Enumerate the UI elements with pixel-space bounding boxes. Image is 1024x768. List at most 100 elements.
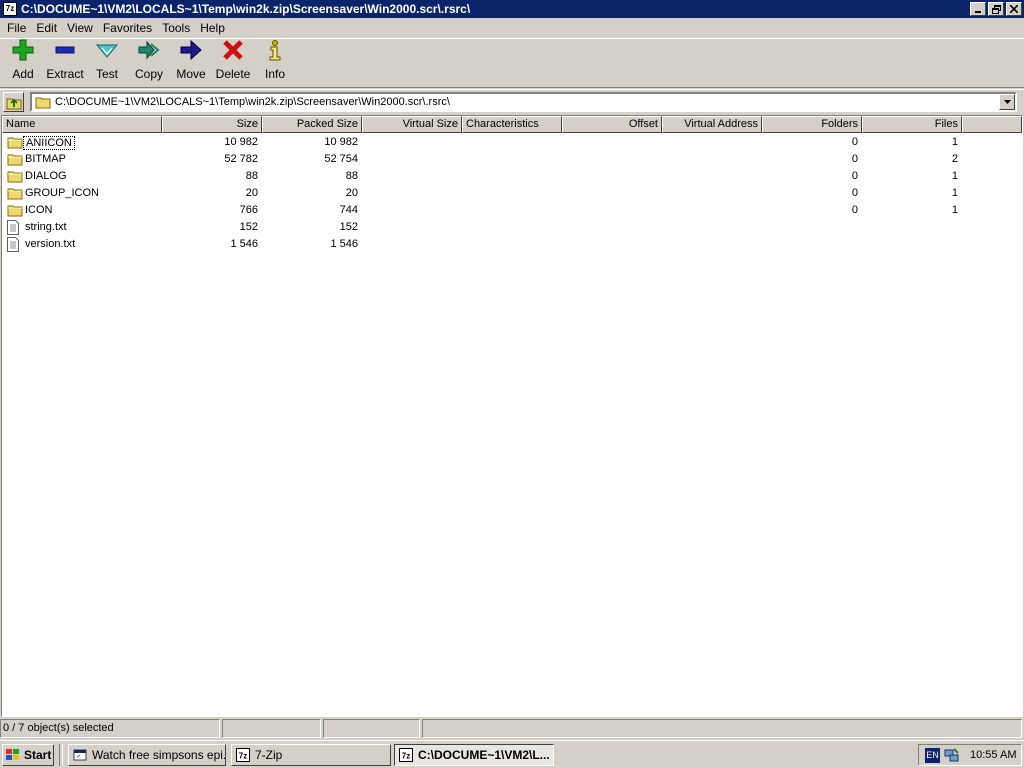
menu-help[interactable]: Help (195, 19, 230, 37)
language-indicator[interactable]: EN (925, 747, 940, 763)
copy-button[interactable]: Copy (128, 39, 170, 87)
list-item[interactable]: GROUP_ICON 20 20 0 1 (2, 185, 1022, 202)
list-item[interactable]: string.txt 152 152 (2, 219, 1022, 236)
7zip-app-icon: 7z (236, 748, 250, 762)
file-packed-size: 52 754 (324, 153, 358, 165)
column-header-folders[interactable]: Folders (762, 116, 862, 133)
file-name: BITMAP (25, 153, 66, 165)
menu-file[interactable]: File (2, 19, 31, 37)
taskbar-button[interactable]: Watch free simpsons epi... (68, 744, 226, 766)
file-folders: 0 (851, 136, 858, 148)
menu-edit[interactable]: Edit (31, 19, 62, 37)
folder-icon (7, 135, 23, 152)
column-header-offset[interactable]: Offset (562, 116, 662, 133)
file-folders: 0 (851, 170, 858, 182)
extract-button[interactable]: Extract (44, 39, 86, 87)
list-item[interactable]: ANIICON 10 982 10 982 0 1 (2, 134, 1022, 151)
restore-button[interactable] (988, 2, 1004, 16)
toolbar-label: Move (176, 67, 206, 81)
list-item[interactable]: BITMAP 52 782 52 754 0 2 (2, 151, 1022, 168)
add-button[interactable]: Add (2, 39, 44, 87)
close-icon (1010, 5, 1018, 13)
plus-icon (11, 38, 35, 67)
start-button[interactable]: Start (2, 744, 54, 766)
clock[interactable]: 10:55 AM (970, 749, 1016, 761)
file-name: version.txt (25, 238, 76, 250)
title-bar: 7z C:\DOCUME~1\VM2\LOCALS~1\Temp\win2k.z… (0, 0, 1024, 18)
folder-icon (7, 203, 23, 220)
file-folders: 0 (851, 204, 858, 216)
window-title: C:\DOCUME~1\VM2\LOCALS~1\Temp\win2k.zip\… (21, 2, 471, 16)
address-dropdown-button[interactable] (999, 94, 1015, 110)
status-panel-2 (222, 719, 321, 738)
address-field[interactable]: C:\DOCUME~1\VM2\LOCALS~1\Temp\win2k.zip\… (30, 92, 1017, 112)
list-item[interactable]: DIALOG 88 88 0 1 (2, 168, 1022, 185)
file-list: Name Size Packed Size Virtual Size Character… (1, 115, 1023, 717)
file-size: 88 (245, 170, 258, 182)
folder-icon (7, 152, 23, 169)
list-item[interactable]: ICON 766 744 0 1 (2, 202, 1022, 219)
info-button[interactable]: Info (254, 39, 296, 87)
minus-icon (53, 38, 77, 67)
column-header-name[interactable]: Name (2, 116, 162, 133)
up-folder-button[interactable] (3, 92, 24, 112)
column-header-row: Name Size Packed Size Virtual Size Character… (2, 116, 1022, 133)
column-header-virtual-size[interactable]: Virtual Size (362, 116, 462, 133)
status-bar: 0 / 7 object(s) selected (0, 719, 1024, 739)
column-header-files[interactable]: Files (862, 116, 962, 133)
svg-text:7z: 7z (239, 752, 247, 761)
file-packed-size: 10 982 (324, 136, 358, 148)
list-item[interactable]: version.txt 1 546 1 546 (2, 236, 1022, 253)
file-name: ANIICON (23, 136, 75, 150)
menu-tools[interactable]: Tools (157, 19, 195, 37)
toolbar-label: Add (12, 67, 34, 81)
file-packed-size: 744 (339, 204, 358, 216)
status-panel-3 (323, 719, 420, 738)
file-size: 152 (239, 221, 258, 233)
explorer-window-icon (73, 748, 87, 762)
column-header-characteristics[interactable]: Characteristics (462, 116, 562, 133)
restore-icon (991, 4, 1001, 14)
start-label: Start (24, 748, 52, 762)
column-header-virtual-address[interactable]: Virtual Address (662, 116, 762, 133)
menu-view[interactable]: View (62, 19, 98, 37)
move-button[interactable]: Move (170, 39, 212, 87)
minimize-icon (975, 11, 981, 13)
file-files: 1 (951, 170, 958, 182)
file-name: ICON (25, 204, 53, 216)
file-size: 10 982 (224, 136, 258, 148)
file-packed-size: 1 546 (330, 238, 358, 250)
taskbar-button[interactable]: 7z C:\DOCUME~1\VM2\L... (394, 744, 554, 766)
minimize-button[interactable] (970, 2, 986, 16)
status-selected: 0 / 7 object(s) selected (0, 719, 220, 738)
file-size: 1 546 (230, 238, 258, 250)
file-files: 1 (951, 187, 958, 199)
check-icon (95, 38, 119, 67)
x-icon (221, 38, 245, 67)
7zip-app-icon: 7z (399, 748, 413, 762)
folder-icon (35, 97, 51, 109)
delete-button[interactable]: Delete (212, 39, 254, 87)
taskbar-button-label: Watch free simpsons epi... (92, 748, 226, 762)
test-button[interactable]: Test (86, 39, 128, 87)
taskbar-separator (59, 744, 63, 766)
info-icon (263, 38, 287, 67)
taskbar-button[interactable]: 7z 7-Zip (231, 744, 391, 766)
column-header-packed-size[interactable]: Packed Size (262, 116, 362, 133)
file-name: DIALOG (25, 170, 67, 182)
status-panel-4 (422, 719, 1022, 738)
taskbar-button-label: 7-Zip (255, 748, 283, 762)
network-icon[interactable] (944, 747, 960, 763)
close-button[interactable] (1006, 2, 1022, 16)
menu-favorites[interactable]: Favorites (98, 19, 157, 37)
windows-logo-icon (6, 749, 19, 760)
file-name: GROUP_ICON (25, 187, 99, 199)
column-header-filler (962, 116, 1022, 133)
toolbar-label: Test (95, 67, 118, 81)
toolbar-label: Info (264, 67, 285, 81)
column-header-size[interactable]: Size (162, 116, 262, 133)
toolbar-label: Copy (134, 67, 163, 81)
file-name: string.txt (25, 221, 67, 233)
taskbar: Start Watch free simpsons epi... 7z 7-Zip 7… (0, 740, 1024, 768)
taskbar-button-label: C:\DOCUME~1\VM2\L... (418, 748, 550, 762)
